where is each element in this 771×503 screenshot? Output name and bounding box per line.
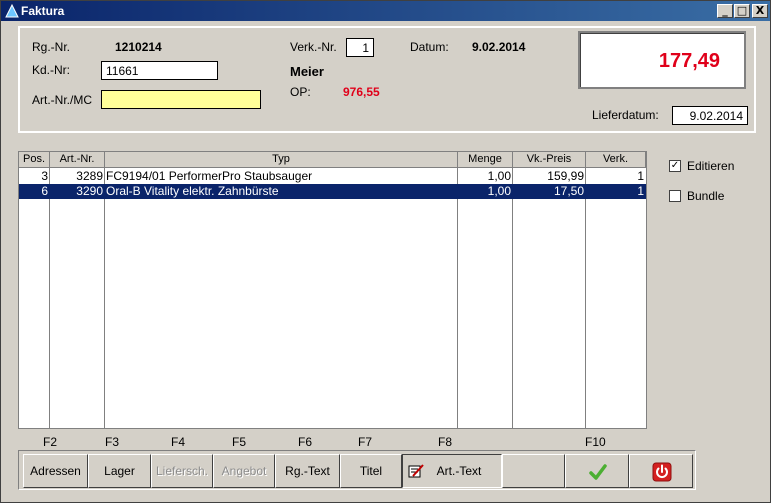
minimize-button[interactable]: _ [717, 4, 733, 18]
fkey-f10-label: F10 [585, 435, 606, 449]
verk-nr-label: Verk.-Nr. [290, 40, 337, 54]
col-pos[interactable]: Pos. [19, 152, 50, 168]
fkey-f3-label: F3 [105, 435, 120, 449]
fkey-f4-label: F4 [171, 435, 186, 449]
bundle-checkbox[interactable] [669, 190, 681, 202]
bundle-label[interactable]: Bundle [687, 189, 724, 203]
grid-divider [104, 168, 105, 428]
cell-pos: 3 [41, 169, 48, 183]
edit-note-icon [408, 464, 424, 478]
angebot-button[interactable]: Angebot [213, 454, 275, 488]
items-grid[interactable]: Pos. Art.-Nr. Typ Menge Vk.-Preis Verk. … [18, 151, 647, 429]
table-row[interactable]: 3 3289 FC9194/01 PerformerPro Staubsauge… [19, 169, 646, 184]
title-bar[interactable]: Faktura _ □ X [1, 1, 770, 21]
kd-nr-input[interactable]: 11661 [101, 61, 218, 80]
table-row-selected[interactable]: 6 3290 Oral-B Vitality elektr. Zahnbürst… [19, 184, 646, 199]
cell-verk: 1 [637, 184, 644, 198]
fkey-f2-label: F2 [43, 435, 58, 449]
cell-typ: Oral-B Vitality elektr. Zahnbürste [106, 184, 279, 198]
grid-header: Pos. Art.-Nr. Typ Menge Vk.-Preis Verk. [19, 152, 646, 168]
datum-label: Datum: [410, 40, 449, 54]
op-value: 976,55 [343, 85, 380, 99]
power-icon [652, 462, 672, 482]
col-typ[interactable]: Typ [105, 152, 458, 168]
liefersch-button[interactable]: Liefersch. [151, 454, 213, 488]
fkey-f6-label: F6 [298, 435, 313, 449]
adressen-button[interactable]: Adressen [23, 454, 88, 488]
col-verk[interactable]: Verk. [586, 152, 646, 168]
empty-toolbar-button[interactable] [502, 454, 565, 488]
cell-vk-preis: 17,50 [553, 184, 584, 198]
cell-art-nr: 3289 [76, 169, 103, 183]
maximize-button[interactable]: □ [734, 4, 750, 18]
art-nr-label: Art.-Nr./MC [32, 93, 92, 107]
checkmark-icon [589, 464, 607, 480]
op-label: OP: [290, 85, 311, 99]
rg-text-button[interactable]: Rg.-Text [275, 454, 340, 488]
art-text-label: Art.-Text [436, 464, 482, 478]
titel-button[interactable]: Titel [340, 454, 402, 488]
editieren-label[interactable]: Editieren [687, 159, 734, 173]
total-value: 177,49 [658, 50, 720, 72]
app-icon [5, 4, 19, 18]
close-button[interactable]: X [752, 4, 768, 18]
fkey-f7-label: F7 [358, 435, 373, 449]
fkey-f8-label: F8 [438, 435, 453, 449]
lager-button[interactable]: Lager [88, 454, 151, 488]
faktura-window: Faktura _ □ X Rg.-Nr. 1210214 Kd.-Nr: 11… [0, 0, 771, 503]
grid-divider [49, 168, 50, 428]
cell-art-nr: 3290 [76, 184, 103, 198]
cell-menge: 1,00 [487, 169, 511, 183]
datum-value: 9.02.2014 [472, 40, 526, 54]
grid-divider [512, 168, 513, 428]
rg-nr-label: Rg.-Nr. [32, 40, 71, 54]
ok-button[interactable] [565, 454, 629, 488]
kd-nr-label: Kd.-Nr: [32, 63, 71, 77]
total-display: 177,49 [578, 31, 746, 89]
rg-nr-value: 1210214 [115, 40, 162, 54]
cell-pos: 6 [41, 184, 48, 198]
col-vk-preis[interactable]: Vk.-Preis [513, 152, 586, 168]
art-nr-input[interactable] [101, 90, 261, 109]
editieren-checkbox[interactable]: ✓ [669, 160, 681, 172]
col-art-nr[interactable]: Art.-Nr. [50, 152, 105, 168]
cell-verk: 1 [637, 169, 644, 183]
cell-typ: FC9194/01 PerformerPro Staubsauger [106, 169, 313, 183]
window-title: Faktura [21, 4, 65, 18]
lieferdatum-input[interactable]: 9.02.2014 [672, 106, 748, 125]
art-text-button[interactable]: Art.-Text [402, 454, 502, 488]
customer-name: Meier [290, 64, 324, 79]
grid-divider [585, 168, 586, 428]
col-menge[interactable]: Menge [458, 152, 513, 168]
lieferdatum-label: Lieferdatum: [592, 108, 659, 122]
exit-button[interactable] [629, 454, 693, 488]
grid-divider [457, 168, 458, 428]
cell-menge: 1,00 [487, 184, 511, 198]
fkey-f5-label: F5 [232, 435, 247, 449]
cell-vk-preis: 159,99 [547, 169, 584, 183]
verk-nr-input[interactable]: 1 [346, 38, 374, 57]
